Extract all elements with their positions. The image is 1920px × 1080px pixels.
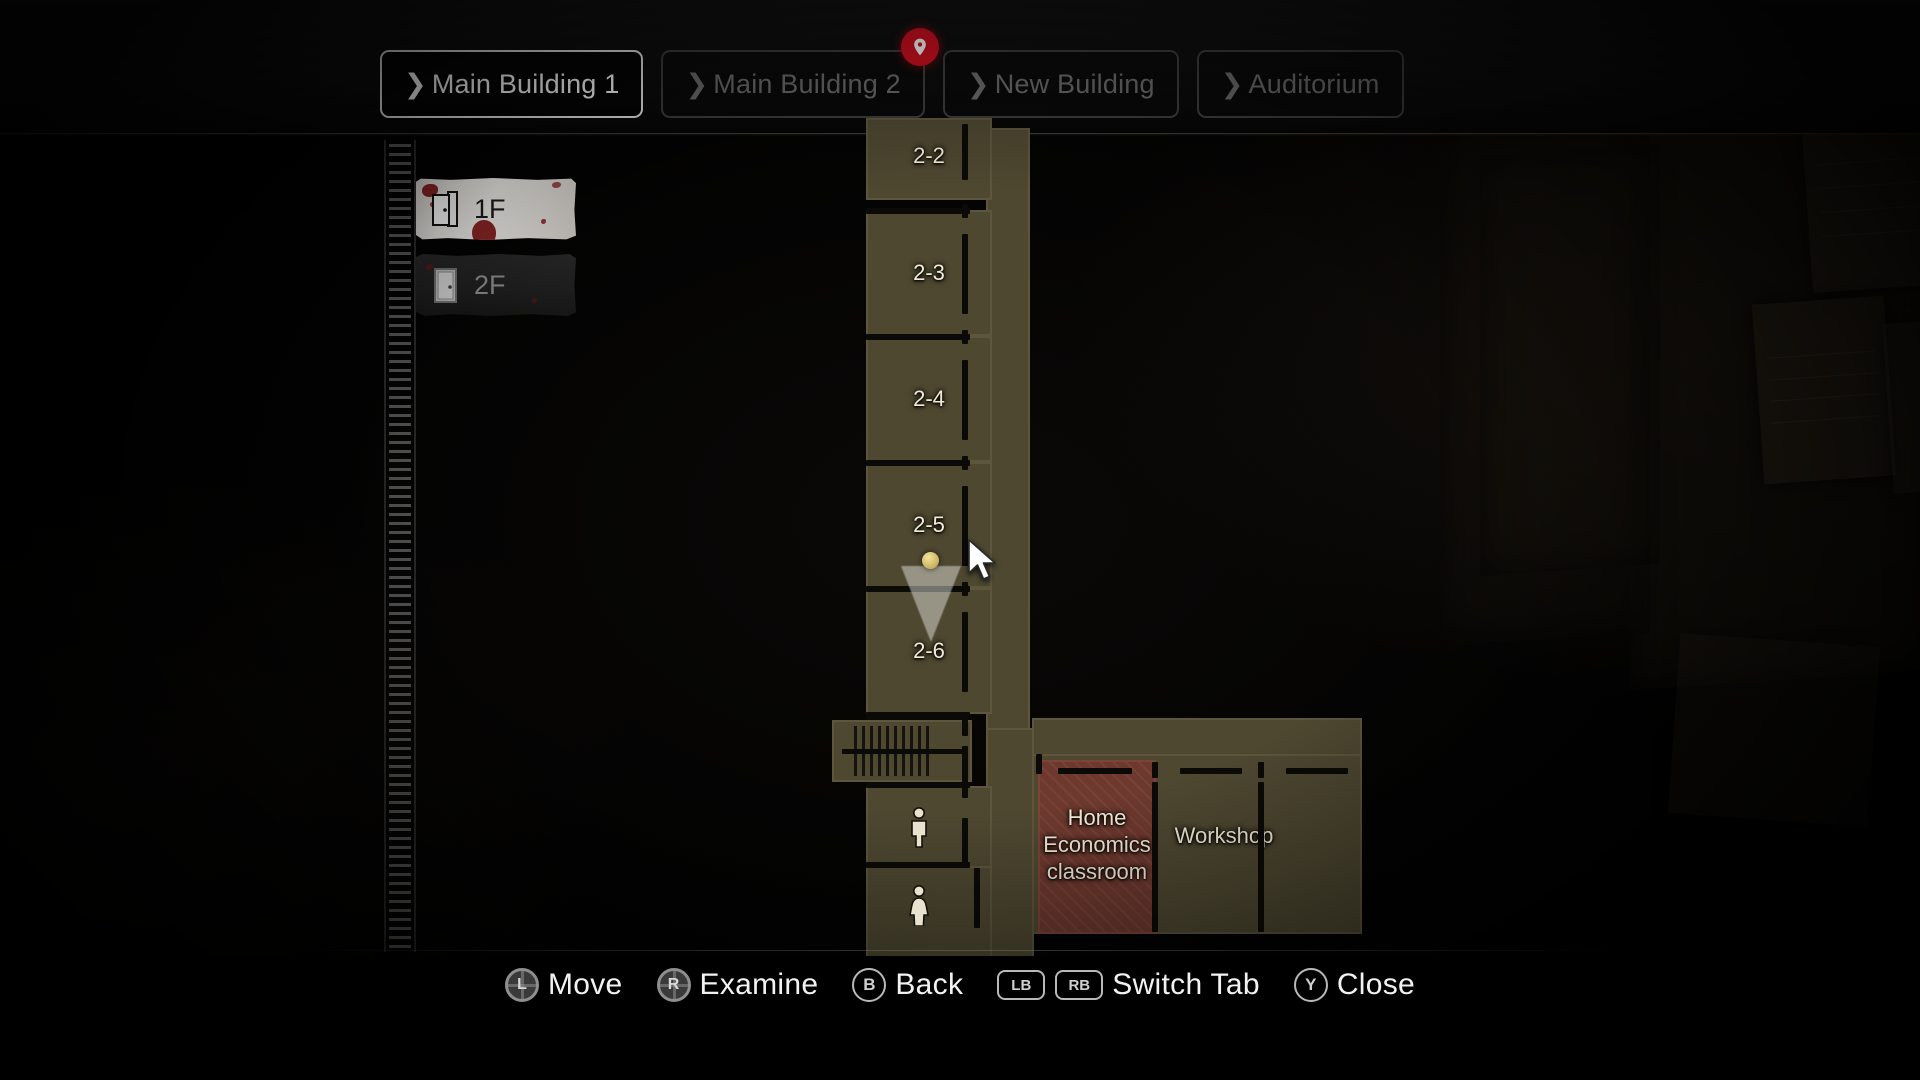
wall-corridor-segment: [962, 360, 968, 440]
room-2-2[interactable]: [866, 118, 992, 200]
bumper-pair: LB RB: [997, 970, 1104, 1000]
door-jamb: [1036, 754, 1042, 774]
tab-label: Auditorium: [1248, 68, 1380, 99]
wall-corridor-segment: [974, 868, 980, 928]
wall-divider: [866, 862, 970, 868]
wall-divider: [1058, 768, 1132, 774]
lb-button-icon: LB: [997, 970, 1046, 1000]
tab-label: Main Building 2: [713, 68, 901, 99]
control-hint-switch-tab[interactable]: LB RB Switch Tab: [997, 968, 1260, 1002]
control-hint-bar: L Move R Examine B Back LB RB Switch Tab…: [0, 950, 1920, 1080]
wall-divider: [866, 460, 970, 466]
top-tab-bar: ❯ Main Building 1 ❯ Main Building 2 ❯ Ne…: [0, 0, 1920, 136]
door-jamb: [962, 456, 968, 470]
room-2-4[interactable]: [866, 336, 992, 462]
wall-divider: [866, 208, 970, 214]
map-screen: ❯ Main Building 1 ❯ Main Building 2 ❯ Ne…: [0, 0, 1920, 1080]
building-tabs: ❯ Main Building 1 ❯ Main Building 2 ❯ Ne…: [380, 28, 1404, 118]
wall-corridor-segment: [962, 124, 968, 180]
floor-map[interactable]: 2-2 2-3 2-4 2-5 2-6 Home Economics class…: [0, 118, 1920, 1080]
door-jamb: [962, 330, 968, 344]
door-jamb: [1258, 762, 1264, 778]
left-stick-icon: L: [504, 968, 539, 1002]
womens-restroom-icon: [906, 884, 932, 926]
chevron-right-icon: ❯: [966, 68, 990, 99]
control-hint-examine[interactable]: R Examine: [656, 968, 819, 1002]
corridor-vertical-upper: [986, 128, 1030, 738]
wall-corridor-segment: [962, 234, 968, 314]
door-jamb: [962, 782, 968, 798]
control-label: Back: [895, 968, 964, 1001]
y-button-icon: Y: [1293, 968, 1328, 1002]
wall-divider: [866, 334, 970, 340]
room-2-3[interactable]: [866, 210, 992, 336]
wall-divider: [1286, 768, 1348, 774]
wall-divider: [1180, 768, 1242, 774]
player-view-cone: [901, 566, 961, 642]
control-label: Close: [1336, 968, 1416, 1001]
control-label: Examine: [699, 968, 819, 1001]
wall-corridor-segment: [1152, 782, 1158, 932]
wall-corridor-segment: [962, 818, 968, 864]
tab-label: Main Building 1: [431, 68, 620, 99]
wall-corridor-segment: [962, 612, 968, 692]
chevron-right-icon: ❯: [404, 68, 427, 99]
wall-divider: [866, 782, 970, 788]
door-jamb: [962, 204, 968, 218]
control-label: Switch Tab: [1112, 968, 1260, 1001]
chevron-right-icon: ❯: [1220, 68, 1244, 99]
right-stick-icon: R: [656, 968, 691, 1002]
mouse-cursor: [966, 538, 1000, 589]
control-label: Move: [547, 968, 623, 1001]
stairs-icon[interactable]: [832, 720, 972, 782]
room-home-economics-classroom[interactable]: [1038, 760, 1156, 934]
control-hint-move[interactable]: L Move: [504, 968, 623, 1002]
mens-restroom-icon: [906, 806, 932, 848]
player-position-marker: [922, 552, 939, 569]
tab-auditorium[interactable]: ❯ Auditorium: [1196, 50, 1404, 118]
map-pin-badge-icon: [900, 28, 939, 66]
door-jamb: [1152, 762, 1158, 778]
tab-main-building-2[interactable]: ❯ Main Building 2: [661, 28, 939, 118]
rb-button-icon: RB: [1055, 970, 1104, 1000]
tab-main-building-1[interactable]: ❯ Main Building 1: [380, 50, 644, 118]
tab-label: New Building: [994, 68, 1155, 99]
door-jamb: [962, 718, 968, 736]
control-hint-back[interactable]: B Back: [852, 968, 963, 1002]
control-hints: L Move R Examine B Back LB RB Switch Tab…: [0, 968, 1920, 1002]
b-button-icon: B: [852, 968, 887, 1002]
wall-corridor-segment: [1258, 782, 1264, 932]
control-hint-close[interactable]: Y Close: [1293, 968, 1416, 1002]
chevron-right-icon: ❯: [685, 68, 709, 99]
tab-new-building[interactable]: ❯ New Building: [942, 50, 1179, 118]
wall-divider: [866, 714, 962, 720]
